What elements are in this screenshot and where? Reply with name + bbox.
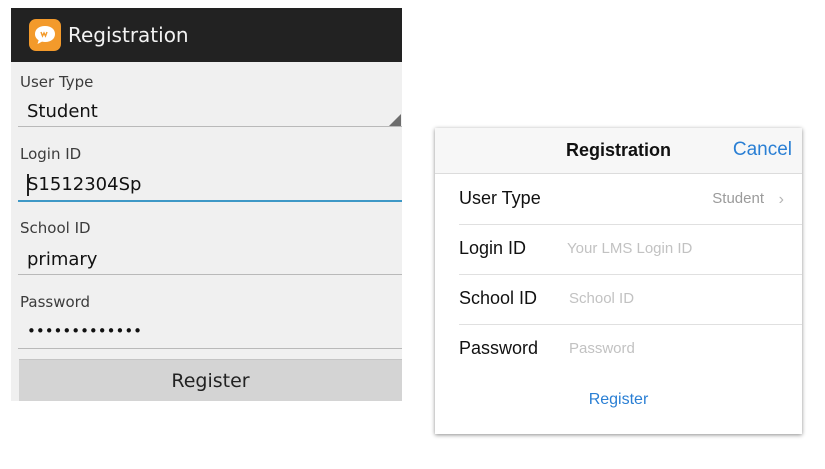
password-input[interactable]: Password xyxy=(569,340,635,357)
app-logo-icon xyxy=(29,19,61,51)
school-id-underline xyxy=(18,274,402,275)
cancel-button[interactable]: Cancel xyxy=(733,139,792,161)
user-type-row[interactable]: User Type Student › xyxy=(435,174,802,224)
page-title: Registration xyxy=(68,23,189,47)
dropdown-corner-icon xyxy=(389,114,401,126)
school-id-input[interactable]: primary xyxy=(27,249,97,270)
password-underline xyxy=(18,348,402,349)
user-type-value: Student xyxy=(712,190,764,207)
user-type-spinner[interactable]: Student xyxy=(27,101,98,122)
school-id-label: School ID xyxy=(20,219,91,237)
password-label: Password xyxy=(459,338,539,358)
password-row: Password Password xyxy=(435,324,802,374)
register-button[interactable]: Register xyxy=(435,391,802,409)
register-button[interactable]: Register xyxy=(19,359,402,401)
android-action-bar: Registration xyxy=(11,8,402,62)
user-type-label: User Type xyxy=(459,188,541,208)
login-id-input[interactable]: S1512304Sp xyxy=(27,174,141,195)
login-id-label: Login ID xyxy=(459,238,527,258)
login-id-row: Login ID Your LMS Login ID xyxy=(435,224,802,274)
school-id-row: School ID School ID xyxy=(435,274,802,324)
chevron-right-icon: › xyxy=(778,191,784,208)
school-id-input[interactable]: School ID xyxy=(569,290,634,307)
password-label: Password xyxy=(20,293,91,311)
password-input[interactable]: ••••••••••••• xyxy=(27,322,142,340)
school-id-label: School ID xyxy=(459,288,538,308)
user-type-label: User Type xyxy=(20,73,94,91)
login-id-label: Login ID xyxy=(20,145,82,163)
ios-navigation-bar: Registration Cancel xyxy=(435,128,802,174)
login-id-underline xyxy=(18,200,402,202)
ios-registration-screen: Registration Cancel User Type Student › … xyxy=(435,128,802,434)
login-id-input[interactable]: Your LMS Login ID xyxy=(567,240,692,257)
android-registration-screen: Registration User Type Student Login ID … xyxy=(11,8,402,401)
user-type-underline xyxy=(18,126,402,127)
